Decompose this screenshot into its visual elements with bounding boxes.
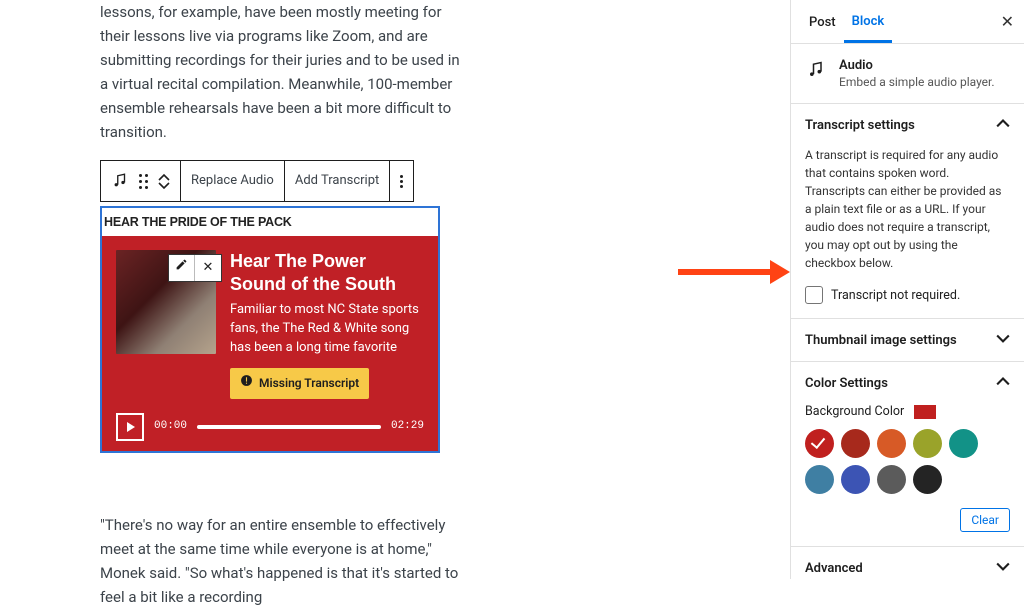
transcript-checkbox-label: Transcript not required. — [831, 288, 960, 303]
audio-note-icon — [111, 172, 129, 190]
paragraph-top: lessons, for example, have been mostly m… — [100, 0, 460, 144]
annotation-arrow — [678, 258, 790, 286]
inspector-sidebar: Post Block ✕ Audio Embed a simple audio … — [790, 0, 1024, 579]
close-icon: ✕ — [1001, 12, 1014, 31]
audio-card: ✕ Hear The Power Sound of the South Fami… — [102, 236, 438, 451]
thumbnail-settings-panel: Thumbnail image settings — [791, 319, 1024, 362]
audio-player-controls: 00:00 02:29 — [116, 413, 424, 441]
color-swatch[interactable] — [877, 429, 906, 458]
move-updown-icon[interactable] — [158, 173, 170, 190]
color-settings-panel: Color Settings Background Color Clear — [791, 362, 1024, 547]
panel-title: Transcript settings — [805, 118, 915, 133]
replace-audio-button[interactable]: Replace Audio — [181, 161, 285, 201]
color-swatch[interactable] — [877, 465, 906, 494]
audio-note-icon — [805, 58, 827, 89]
block-toolbar: Replace Audio Add Transcript — [100, 160, 414, 202]
color-swatch[interactable] — [841, 465, 870, 494]
audio-description: Familiar to most NC State sports fans, t… — [230, 301, 424, 358]
missing-transcript-label: Missing Transcript — [259, 374, 359, 393]
chevron-down-icon — [996, 560, 1010, 576]
audio-block-selected[interactable]: HEAR THE PRIDE OF THE PACK ✕ — [100, 206, 440, 453]
color-swatch[interactable] — [805, 465, 834, 494]
close-sidebar-button[interactable]: ✕ — [1001, 12, 1014, 31]
more-icon — [400, 175, 403, 188]
color-swatches — [805, 429, 1010, 494]
play-icon — [127, 422, 135, 432]
paragraph-bottom: "There's no way for an entire ensemble t… — [100, 513, 460, 609]
panel-title: Advanced — [805, 561, 863, 576]
tab-block[interactable]: Block — [844, 1, 893, 43]
sidebar-tabs: Post Block ✕ — [791, 0, 1024, 44]
warning-icon — [240, 374, 253, 393]
time-total: 02:29 — [391, 418, 424, 436]
play-button[interactable] — [116, 413, 144, 441]
panel-title: Thumbnail image settings — [805, 333, 957, 348]
thumbnail-panel-toggle[interactable]: Thumbnail image settings — [791, 319, 1024, 361]
transcript-settings-panel: Transcript settings A transcript is requ… — [791, 104, 1024, 319]
bg-color-label: Background Color — [805, 404, 904, 419]
pencil-icon — [175, 258, 188, 279]
more-options-button[interactable] — [390, 161, 413, 201]
bg-color-preview — [914, 405, 936, 419]
audio-timeline[interactable] — [197, 425, 381, 429]
close-icon: ✕ — [203, 258, 214, 279]
color-swatch[interactable] — [913, 429, 942, 458]
audio-thumbnail-wrap: ✕ — [116, 250, 216, 354]
time-current: 00:00 — [154, 418, 187, 436]
block-desc: Embed a simple audio player. — [839, 75, 995, 89]
audio-mini-title: HEAR THE PRIDE OF THE PACK — [102, 208, 438, 236]
audio-title: Hear The Power Sound of the South — [230, 250, 424, 295]
color-swatch[interactable] — [913, 465, 942, 494]
editor-canvas: lessons, for example, have been mostly m… — [0, 0, 790, 579]
transcript-help-text: A transcript is required for any audio t… — [805, 146, 1010, 272]
panel-title: Color Settings — [805, 376, 888, 391]
chevron-up-icon — [996, 117, 1010, 133]
chevron-up-icon — [996, 375, 1010, 391]
block-type-cell[interactable] — [101, 161, 181, 201]
color-panel-toggle[interactable]: Color Settings — [791, 362, 1024, 404]
thumbnail-edit-controls: ✕ — [168, 254, 222, 282]
transcript-panel-toggle[interactable]: Transcript settings — [791, 104, 1024, 146]
advanced-panel-toggle[interactable]: Advanced — [791, 547, 1024, 579]
missing-transcript-badge: Missing Transcript — [230, 368, 369, 399]
color-swatch[interactable] — [841, 429, 870, 458]
color-swatch[interactable] — [805, 429, 834, 458]
advanced-panel: Advanced — [791, 547, 1024, 579]
drag-handle-icon[interactable] — [139, 174, 148, 189]
remove-thumbnail-button[interactable]: ✕ — [195, 255, 221, 281]
transcript-not-required-checkbox[interactable] — [805, 286, 823, 304]
chevron-down-icon — [996, 332, 1010, 348]
color-swatch[interactable] — [949, 429, 978, 458]
add-transcript-button[interactable]: Add Transcript — [285, 161, 390, 201]
block-identity: Audio Embed a simple audio player. — [791, 44, 1024, 104]
tab-post[interactable]: Post — [801, 2, 844, 41]
block-name: Audio — [839, 58, 995, 73]
clear-color-button[interactable]: Clear — [960, 508, 1010, 532]
edit-thumbnail-button[interactable] — [169, 255, 195, 281]
